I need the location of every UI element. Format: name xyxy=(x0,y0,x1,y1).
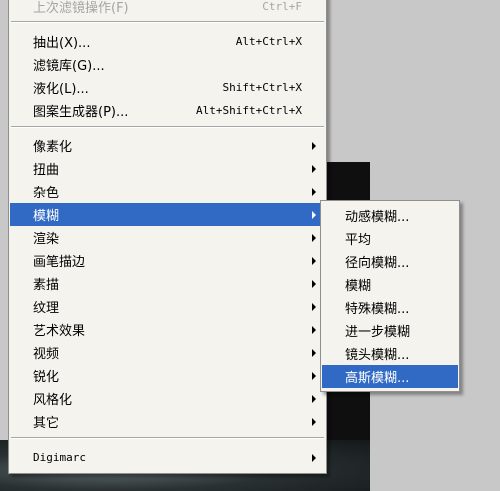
menu-item-sketch[interactable]: 素描 xyxy=(10,272,325,295)
submenu-arrow-icon xyxy=(312,279,316,288)
menu-item-label: 杂色 xyxy=(33,186,60,201)
menu-item-label: Digimarc xyxy=(33,451,86,464)
menu-item-label: 画笔描边 xyxy=(33,255,86,270)
menu-item-label: 其它 xyxy=(33,416,60,431)
menu-item-shortcut: Shift+Ctrl+X xyxy=(222,81,302,94)
menu-item-label: 视频 xyxy=(33,347,60,362)
menu-item-shortcut: Ctrl+F xyxy=(262,0,302,13)
submenu-item-label: 进一步模糊 xyxy=(345,325,411,340)
menu-item-label: 扭曲 xyxy=(33,163,60,178)
menu-item-filter-gallery[interactable]: 滤镜库(G)... xyxy=(10,53,325,76)
menu-item-other[interactable]: 其它 xyxy=(10,410,325,433)
submenu-arrow-icon xyxy=(312,187,316,196)
submenu-arrow-icon xyxy=(312,453,316,462)
submenu-item-label: 平均 xyxy=(345,233,372,248)
submenu-item-label: 特殊模糊... xyxy=(345,302,410,317)
submenu-item-label: 动感模糊... xyxy=(345,210,410,225)
menu-item-texture[interactable]: 纹理 xyxy=(10,295,325,318)
menu-item-label: 上次滤镜操作(F) xyxy=(33,1,129,16)
submenu-arrow-icon xyxy=(312,371,316,380)
submenu-arrow-icon xyxy=(312,256,316,265)
submenu-arrow-icon xyxy=(312,302,316,311)
submenu-item-average[interactable]: 平均 xyxy=(322,227,458,250)
submenu-arrow-icon xyxy=(312,325,316,334)
menu-item-shortcut: Alt+Shift+Ctrl+X xyxy=(196,104,302,117)
submenu-item-label: 镜头模糊... xyxy=(345,348,410,363)
submenu-item-label: 模糊 xyxy=(345,279,372,294)
menu-item-label: 风格化 xyxy=(33,393,73,408)
submenu-arrow-icon xyxy=(312,210,316,219)
menu-item-sharpen[interactable]: 锐化 xyxy=(10,364,325,387)
submenu-item-radial-blur[interactable]: 径向模糊... xyxy=(322,250,458,273)
menu-item-render[interactable]: 渲染 xyxy=(10,226,325,249)
menu-item-label: 渲染 xyxy=(33,232,60,247)
blur-submenu: 动感模糊... 平均 径向模糊... 模糊 特殊模糊... 进一步模糊 镜头模糊… xyxy=(320,200,460,392)
menu-item-brush-strokes[interactable]: 画笔描边 xyxy=(10,249,325,272)
submenu-arrow-icon xyxy=(312,164,316,173)
submenu-arrow-icon xyxy=(312,348,316,357)
menu-item-stylize[interactable]: 风格化 xyxy=(10,387,325,410)
menu-item-label: 滤镜库(G)... xyxy=(33,59,105,74)
submenu-item-gaussian-blur[interactable]: 高斯模糊... xyxy=(322,365,458,388)
menu-item-label: 像素化 xyxy=(33,140,73,155)
menu-separator xyxy=(11,437,324,439)
filter-menu: 上次滤镜操作(F) Ctrl+F 抽出(X)... Alt+Ctrl+X 滤镜库… xyxy=(8,0,327,474)
menu-item-label: 纹理 xyxy=(33,301,60,316)
submenu-item-label: 高斯模糊... xyxy=(345,371,410,386)
menu-item-pixelate[interactable]: 像素化 xyxy=(10,134,325,157)
submenu-item-motion-blur[interactable]: 动感模糊... xyxy=(322,204,458,227)
submenu-arrow-icon xyxy=(312,394,316,403)
menu-item-last-filter[interactable]: 上次滤镜操作(F) Ctrl+F xyxy=(10,0,325,18)
menu-item-label: 模糊 xyxy=(33,209,60,224)
menu-item-shortcut: Alt+Ctrl+X xyxy=(235,35,302,48)
menu-item-label: 素描 xyxy=(33,278,60,293)
submenu-item-blur-more[interactable]: 进一步模糊 xyxy=(322,319,458,342)
submenu-arrow-icon xyxy=(312,417,316,426)
menu-item-video[interactable]: 视频 xyxy=(10,341,325,364)
menu-item-label: 液化(L)... xyxy=(33,82,89,97)
submenu-item-lens-blur[interactable]: 镜头模糊... xyxy=(322,342,458,365)
menu-item-distort[interactable]: 扭曲 xyxy=(10,157,325,180)
menu-item-noise[interactable]: 杂色 xyxy=(10,180,325,203)
submenu-arrow-icon xyxy=(312,233,316,242)
menu-item-pattern-maker[interactable]: 图案生成器(P)... Alt+Shift+Ctrl+X xyxy=(10,99,325,122)
menu-item-blur[interactable]: 模糊 xyxy=(10,203,325,226)
menu-item-extract[interactable]: 抽出(X)... Alt+Ctrl+X xyxy=(10,30,325,53)
submenu-item-label: 径向模糊... xyxy=(345,256,410,271)
menu-item-label: 抽出(X)... xyxy=(33,36,91,51)
menu-item-artistic[interactable]: 艺术效果 xyxy=(10,318,325,341)
menu-item-label: 锐化 xyxy=(33,370,60,385)
menu-separator xyxy=(11,21,324,23)
menu-separator xyxy=(11,126,324,128)
submenu-arrow-icon xyxy=(312,141,316,150)
menu-item-label: 艺术效果 xyxy=(33,324,86,339)
menu-item-digimarc[interactable]: Digimarc xyxy=(10,446,325,469)
menu-item-liquify[interactable]: 液化(L)... Shift+Ctrl+X xyxy=(10,76,325,99)
menu-item-label: 图案生成器(P)... xyxy=(33,105,129,120)
submenu-item-smart-blur[interactable]: 特殊模糊... xyxy=(322,296,458,319)
submenu-item-blur[interactable]: 模糊 xyxy=(322,273,458,296)
